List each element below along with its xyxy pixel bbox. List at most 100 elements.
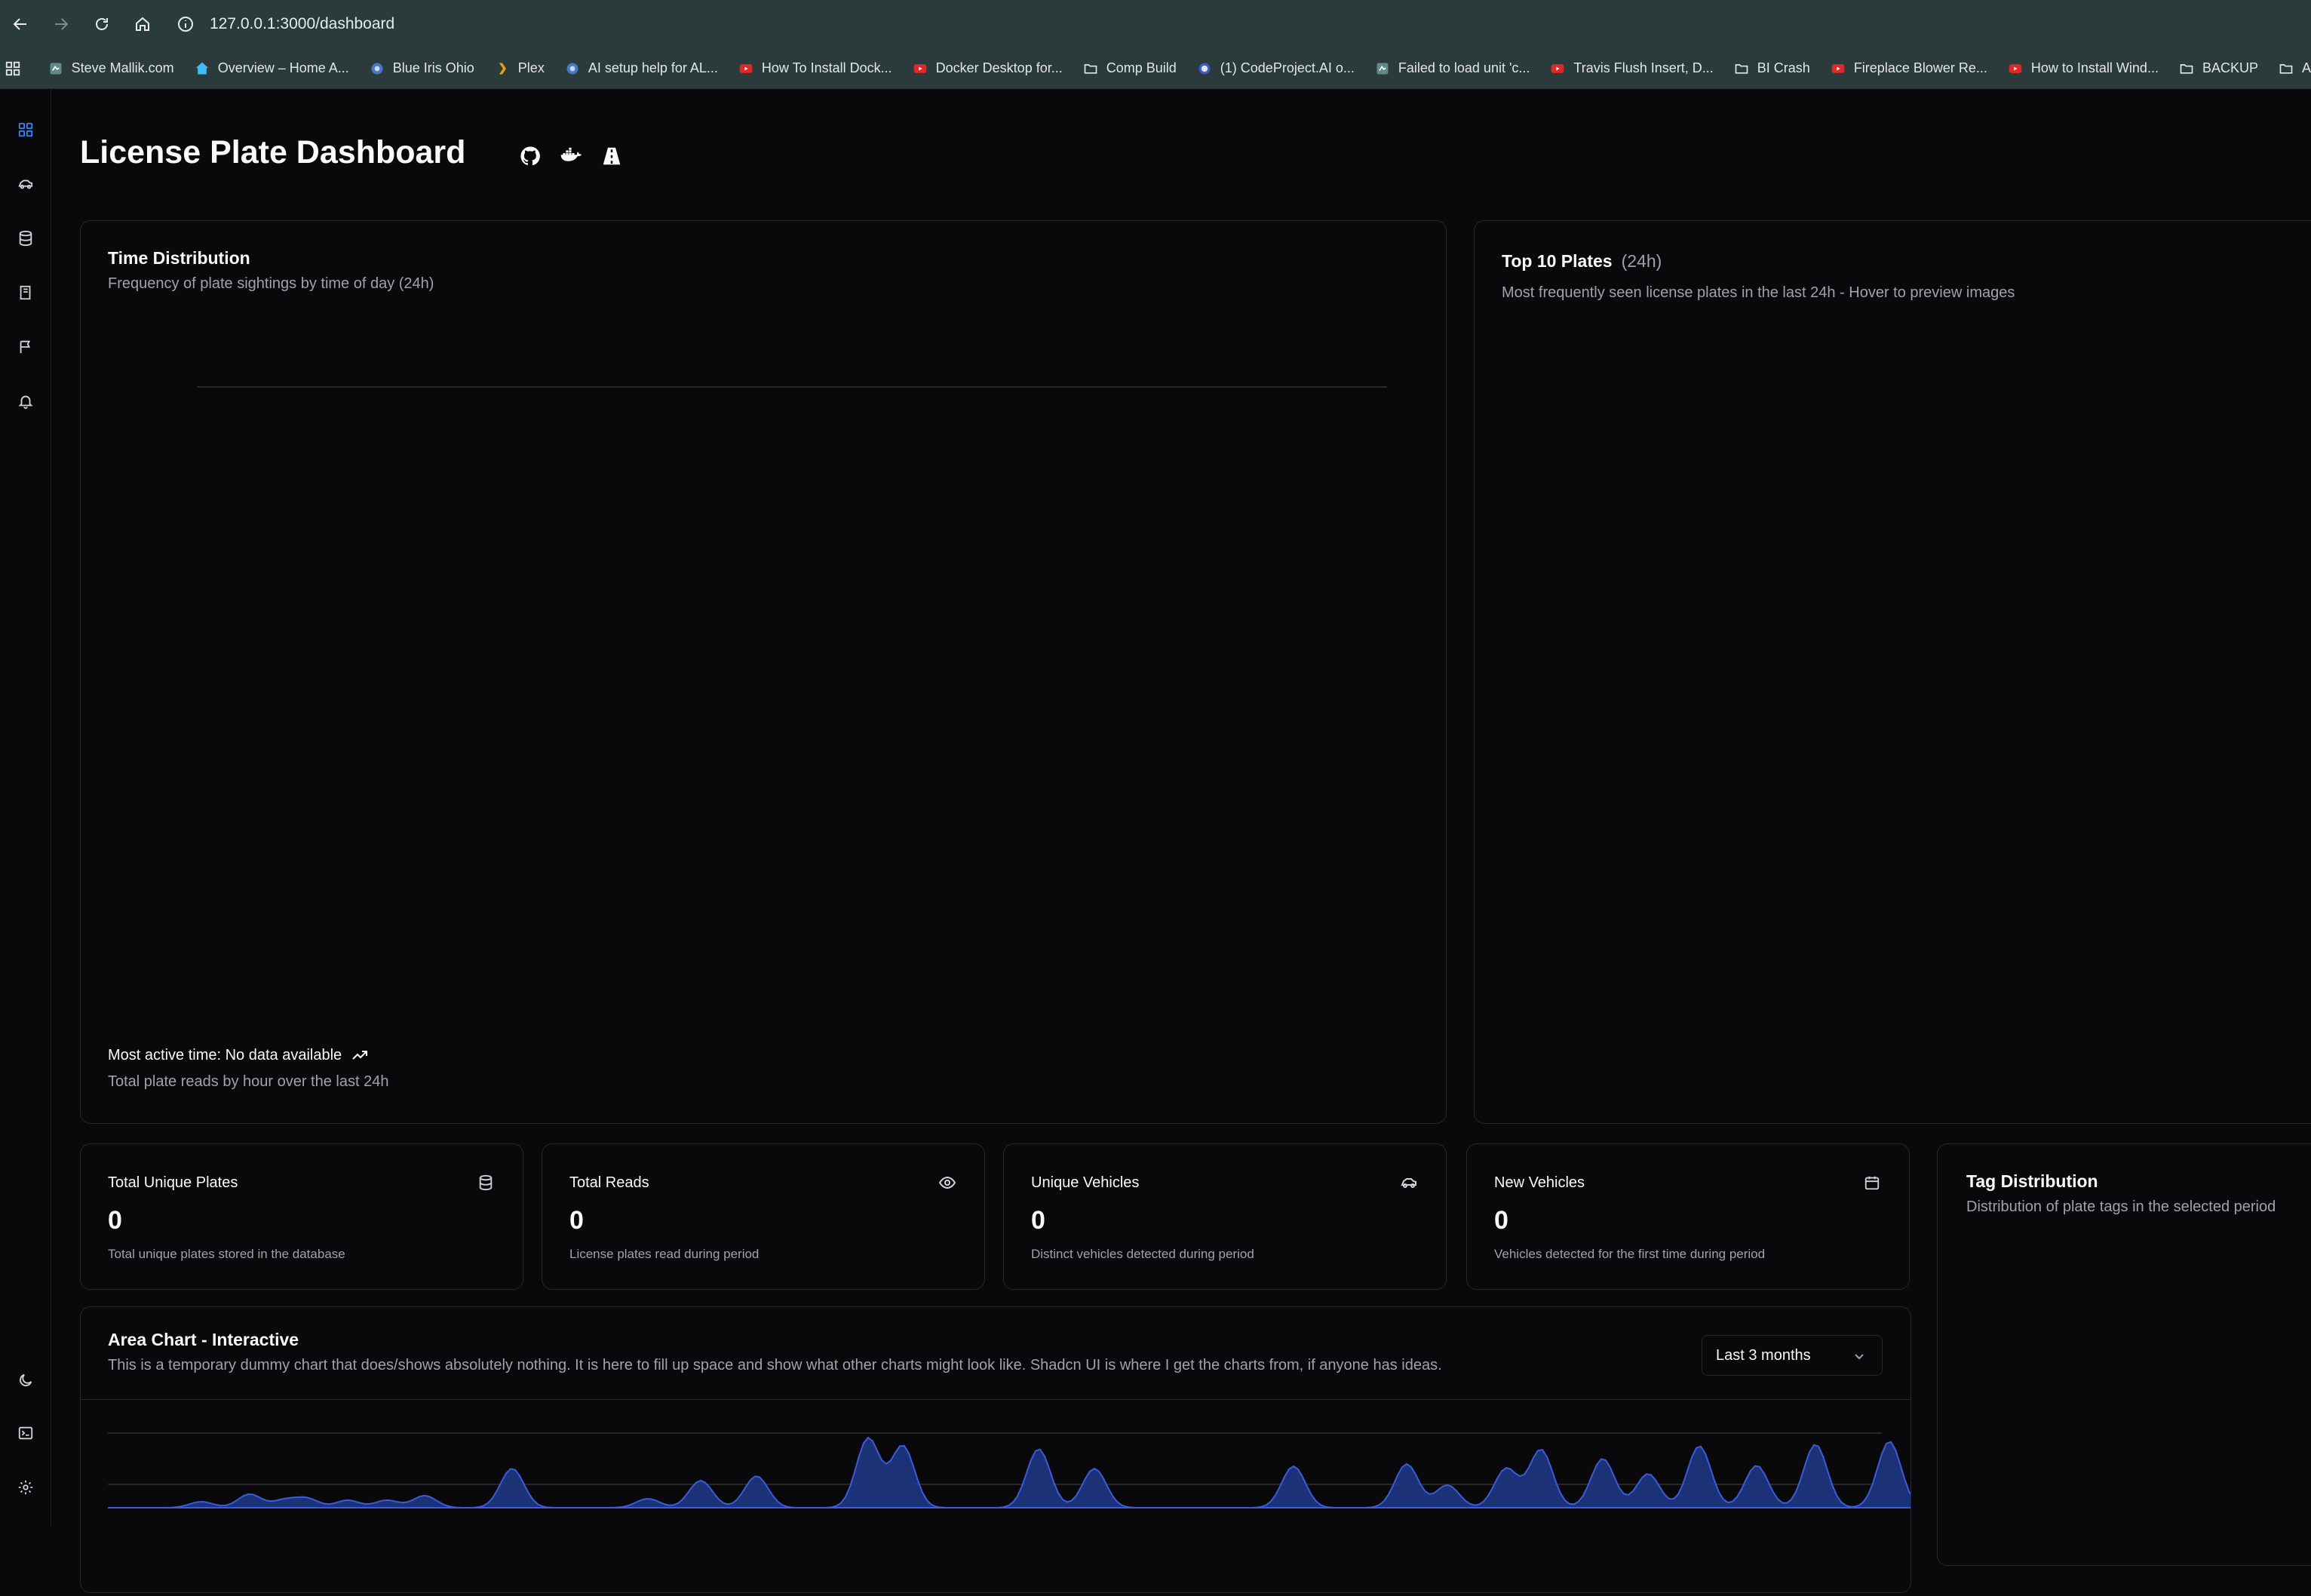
sidebar-item-flagged[interactable]	[11, 332, 41, 362]
moon-icon	[20, 1373, 32, 1386]
database-icon	[19, 230, 32, 247]
sidebar-item-vehicles[interactable]	[11, 169, 41, 199]
folder-icon	[1733, 60, 1750, 77]
bookmark-item[interactable]: (1) CodeProject.AI o...	[1196, 60, 1355, 77]
area-series	[108, 1436, 1910, 1509]
bookmark-item[interactable]: Steve Mallik.com	[48, 60, 174, 77]
bookmark-item[interactable]: Travis Flush Insert, D...	[1549, 60, 1714, 77]
bookmark-label: How to Install Wind...	[2030, 60, 2159, 75]
bookmark-item[interactable]: Comp Build	[1082, 60, 1177, 77]
sidebar-item-logs[interactable]	[11, 1418, 41, 1448]
bookmark-item[interactable]: AI setup help for AL...	[564, 60, 718, 77]
stat-label: Total Reads	[569, 1174, 649, 1191]
back-button[interactable]	[0, 0, 41, 48]
top-plates-header: Top 10 Plates (24h)	[1502, 251, 1662, 272]
book-icon	[20, 285, 31, 300]
sidebar-item-known-plates[interactable]	[11, 278, 41, 308]
flag-icon	[20, 340, 31, 354]
bookmark-label: Blue Iris Ohio	[392, 60, 474, 75]
apps-grid-icon[interactable]	[0, 48, 26, 88]
bookmark-item[interactable]: BI Crash	[1733, 60, 1810, 77]
car-icon	[1399, 1173, 1419, 1192]
card-title: Top 10 Plates	[1502, 251, 1613, 271]
car-icon	[18, 180, 33, 189]
bookmark-item[interactable]: Overview – Home A...	[194, 60, 349, 77]
chart-footer-subtitle: Total plate reads by hour over the last …	[108, 1073, 389, 1090]
time-distribution-chart	[197, 386, 1387, 388]
sidebar-item-notifications[interactable]	[11, 386, 41, 416]
bookmark-item[interactable]: Failed to load unit 'c...	[1374, 60, 1530, 77]
bookmark-item[interactable]: BACKUP	[2178, 60, 2258, 77]
road-icon[interactable]	[599, 143, 625, 169]
stat-value: 0	[1031, 1206, 1045, 1235]
docker-icon[interactable]	[558, 143, 584, 169]
site-info-icon[interactable]	[175, 14, 196, 35]
stat-value: 0	[1494, 1206, 1508, 1235]
stat-label: Unique Vehicles	[1031, 1174, 1140, 1191]
time-distribution-card: Time Distribution Frequency of plate sig…	[80, 220, 1447, 1124]
address-bar[interactable]: 127.0.0.1:3000/dashboard	[175, 14, 394, 35]
forward-button[interactable]	[41, 0, 81, 48]
blue-iris-icon	[564, 60, 581, 77]
period-label: (24h)	[1621, 251, 1662, 271]
sidebar-item-database[interactable]	[11, 223, 41, 253]
range-select-value: Last 3 months	[1716, 1346, 1811, 1364]
range-select[interactable]: Last 3 months	[1702, 1335, 1883, 1376]
tag-distribution-card: Tag Distribution Distribution of plate t…	[1937, 1143, 2311, 1566]
blue-iris-icon	[369, 60, 385, 77]
card-subtitle: Distribution of plate tags in the select…	[1966, 1199, 2276, 1215]
top-plates-card: Top 10 Plates (24h) Most frequently seen…	[1474, 220, 2311, 1124]
calendar-icon	[1862, 1173, 1882, 1192]
bookmark-label: How To Install Dock...	[761, 60, 892, 75]
title-links	[517, 143, 625, 169]
youtube-icon	[2007, 60, 2024, 77]
sidebar-item-theme[interactable]	[11, 1365, 41, 1395]
card-title: Tag Distribution	[1966, 1171, 2098, 1191]
card-title: Area Chart - Interactive	[108, 1330, 299, 1349]
database-icon	[476, 1173, 496, 1192]
area-chart-card: Area Chart - Interactive This is a tempo…	[80, 1306, 1911, 1593]
stat-description: License plates read during period	[569, 1247, 760, 1261]
bookmark-item[interactable]: Blue Iris Ohio	[369, 60, 474, 77]
folder-icon	[2278, 60, 2294, 77]
trending-up-icon	[351, 1046, 369, 1064]
sidebar-item-settings[interactable]	[11, 1472, 41, 1502]
card-subtitle: Frequency of plate sightings by time of …	[108, 275, 434, 292]
reload-button[interactable]	[81, 0, 122, 48]
bookmark-item[interactable]: How to Install Wind...	[2007, 60, 2159, 77]
bookmark-label: Comp Build	[1106, 60, 1177, 75]
url-text[interactable]: 127.0.0.1:3000/dashboard	[210, 15, 394, 33]
bookmark-item[interactable]: A	[2278, 60, 2311, 77]
bookmark-item[interactable]: Fireplace Blower Re...	[1830, 60, 1987, 77]
stat-label: Total Unique Plates	[108, 1174, 238, 1191]
home-assistant-icon	[194, 60, 210, 77]
bookmark-item[interactable]: Plex	[494, 60, 545, 77]
stat-label: New Vehicles	[1494, 1174, 1585, 1191]
sidebar	[0, 89, 51, 1526]
terminal-icon	[18, 1426, 33, 1440]
plex-icon	[494, 60, 511, 77]
bookmark-item[interactable]: Docker Desktop for...	[912, 60, 1063, 77]
site-favicon-icon	[48, 60, 64, 77]
bookmark-label: Docker Desktop for...	[935, 60, 1063, 75]
stat-card: Total Reads 0 License plates read during p…	[542, 1143, 985, 1290]
stat-description: Total unique plates stored in the databa…	[108, 1247, 345, 1261]
most-active-label: Most active time: No data available	[108, 1046, 342, 1063]
eye-icon	[938, 1173, 957, 1192]
bookmark-label: A	[2301, 60, 2311, 75]
home-icon	[136, 17, 149, 31]
sidebar-item-dashboard[interactable]	[11, 115, 41, 145]
page-title: License Plate Dashboard	[80, 134, 466, 170]
github-icon[interactable]	[517, 143, 543, 169]
gear-icon	[18, 1480, 33, 1495]
most-active-row: Most active time: No data available	[108, 1046, 369, 1064]
chevron-down-icon	[1855, 1354, 1864, 1360]
youtube-icon	[738, 60, 754, 77]
app-root: License Plate Dashboard Time Distributio…	[0, 89, 2311, 1593]
youtube-icon	[912, 60, 928, 77]
reload-icon	[96, 18, 108, 30]
home-button[interactable]	[122, 0, 163, 48]
bookmarks-bar: Steve Mallik.com Overview – Home A... Blue…	[0, 48, 2311, 89]
bell-icon	[18, 395, 33, 410]
bookmark-item[interactable]: How To Install Dock...	[738, 60, 892, 77]
